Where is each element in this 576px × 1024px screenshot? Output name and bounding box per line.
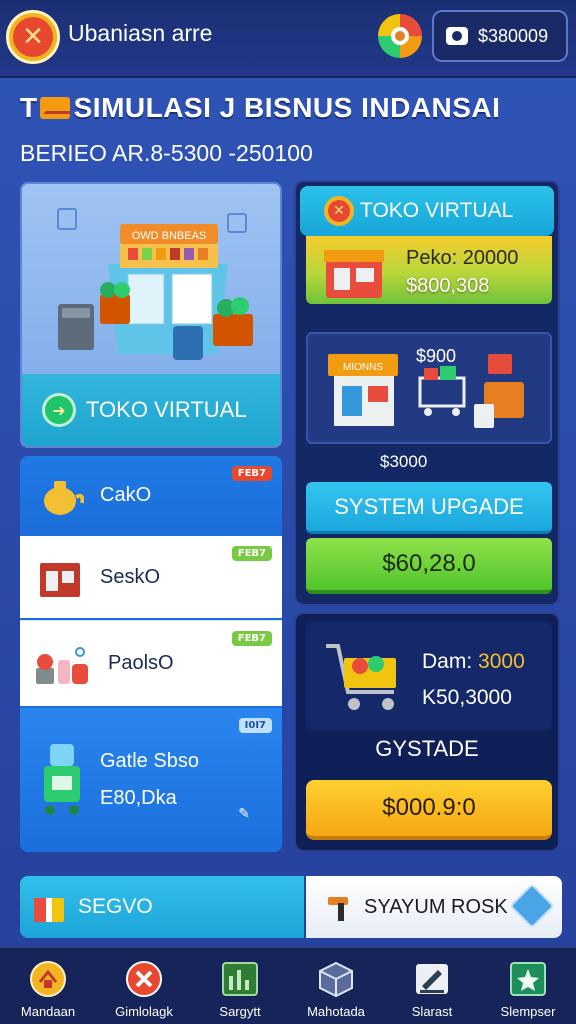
close-icon: ✕	[13, 17, 53, 57]
buy-green-button[interactable]: $60,28.0	[306, 538, 552, 594]
teapot-icon	[44, 481, 84, 515]
plants-icon	[36, 646, 88, 684]
store-sign: OWD BNBEAS	[132, 230, 207, 242]
goods-price: $900	[416, 346, 457, 366]
item-list: CakO FEB7 SeskO FEB7 PaolsO FEB7 Gatle S…	[20, 456, 282, 852]
cart-line-2: K50,3000	[422, 686, 512, 709]
gift-box-icon	[34, 898, 64, 922]
nav-item-mandaan[interactable]: Mandaan	[0, 948, 96, 1024]
nav-item-gimlolagk[interactable]: Gimlolagk	[96, 948, 192, 1024]
app-title: Ubaniasn arre	[68, 20, 213, 46]
list-item-tag: FEB7	[231, 631, 272, 646]
list-item-label: Gatle Sbso	[100, 750, 199, 772]
nav-item-mahotada[interactable]: Mahotada	[288, 948, 384, 1024]
store-card-label: TOKO VIRTUAL	[86, 397, 247, 422]
list-item[interactable]: SeskO FEB7	[20, 536, 282, 618]
page-subtitle: BERIEO AR.8-5300 -250100	[20, 140, 313, 166]
edit-pen-icon	[412, 960, 452, 998]
balance-value: $380009	[478, 25, 549, 46]
list-item-tag: I0I7	[238, 718, 272, 733]
bottom-nav: Mandaan Gimlolagk Sargytt Mahotada Slara…	[0, 946, 576, 1024]
system-risk-label: SYAYUM ROSK	[364, 895, 508, 918]
play-icon: ➜	[42, 393, 76, 427]
shop-icon	[40, 563, 80, 597]
store-card-footer[interactable]: ➜ TOKO VIRTUAL	[22, 374, 280, 446]
mail-icon	[39, 97, 70, 119]
segvo-button[interactable]: SEGVO	[20, 876, 304, 938]
nav-label: Slarast	[411, 1004, 453, 1019]
title-text: SIMULASI J BISNUS INDANSAI	[73, 92, 501, 123]
close-circle-icon	[124, 960, 164, 998]
close-small-button[interactable]: ✕	[324, 196, 354, 226]
price-line-2: $800,308	[406, 275, 490, 297]
cube-icon	[509, 883, 555, 929]
list-item[interactable]: Gatle Sbso E80,Dka I0I7 ✎	[20, 708, 282, 852]
nav-item-slarast[interactable]: Slarast	[384, 948, 480, 1024]
virtual-store-title: TOKO VIRTUAL	[360, 199, 514, 222]
cart-illustration-box: Dam: 3000 K50,3000	[306, 622, 552, 730]
page-title: T SIMULASI J BISNUS INDANSAI	[20, 92, 500, 124]
close-icon: ✕	[328, 200, 350, 222]
list-item[interactable]: PaolsO FEB7	[20, 620, 282, 706]
cart-line-1-value: 3000	[478, 650, 525, 673]
home-badge-icon	[28, 960, 68, 998]
system-risk-button[interactable]: SYAYUM ROSK	[306, 876, 562, 938]
gear-icon	[391, 27, 409, 45]
camera-icon	[446, 27, 468, 45]
store-illustration: OWD BNBEAS	[57, 208, 253, 360]
cart-line-1: Dam: 3000	[422, 644, 525, 680]
shop-sign: MIONNS	[343, 362, 383, 373]
cart-line-1-label: Dam:	[422, 650, 473, 673]
cube-icon	[316, 960, 356, 998]
list-item-tag: FEB7	[231, 546, 272, 561]
cart-panel: Dam: 3000 K50,3000 GYSTADE $000.9:0	[294, 612, 560, 852]
nav-label: Slempser	[500, 1004, 556, 1019]
title-prefix: T	[20, 92, 38, 123]
price-card[interactable]: Peko: 20000 $800,308	[306, 236, 552, 304]
system-upgrade-button[interactable]: SYSTEM UPGADE	[306, 482, 552, 534]
nav-label: Mandaan	[20, 1004, 76, 1019]
shopping-cart-icon	[326, 644, 396, 710]
nav-label: Sargytt	[219, 1004, 261, 1019]
cart-action-button[interactable]: $000.9:0	[306, 780, 552, 840]
segvo-label: SEGVO	[78, 895, 153, 918]
list-item-label: CakO	[100, 483, 152, 506]
top-bar: ✕ Ubaniasn arre $380009	[0, 0, 576, 78]
nav-label: Mahotada	[307, 1004, 365, 1019]
list-item-sublabel: E80,Dka	[100, 787, 177, 809]
balance-badge[interactable]: $380009	[432, 10, 568, 62]
small-price: $3000	[380, 452, 428, 471]
nav-item-sargytt[interactable]: Sargytt	[192, 948, 288, 1024]
price-line-1: Peko: 20000	[406, 247, 519, 269]
nav-label: Gimlolagk	[115, 1004, 173, 1019]
list-item[interactable]: CakO FEB7	[20, 456, 282, 534]
nav-item-slempser[interactable]: Slempser	[480, 948, 576, 1024]
water-cooler-icon	[44, 744, 80, 815]
list-item-tag: FEB7	[231, 466, 272, 481]
edit-icon[interactable]: ✎	[238, 806, 250, 822]
hammer-icon	[328, 897, 348, 921]
list-item-label: SeskO	[100, 565, 161, 588]
virtual-store-header[interactable]: ✕ TOKO VIRTUAL	[300, 186, 554, 236]
store-card[interactable]: OWD BNBEAS ➜ TOKO VIRTUAL	[20, 182, 282, 448]
settings-gear-button[interactable]	[378, 14, 422, 58]
chart-board-icon	[220, 960, 260, 998]
goods-card[interactable]: MIONNS $900	[306, 332, 552, 444]
close-button[interactable]: ✕	[6, 10, 60, 64]
virtual-store-panel: ✕ TOKO VIRTUAL Peko: 20000 $800,308 MION…	[294, 180, 560, 606]
star-card-icon	[508, 960, 548, 998]
store-front-icon	[324, 250, 384, 298]
cart-label: GYSTADE	[375, 736, 479, 761]
list-item-label: PaolsO	[108, 652, 174, 674]
